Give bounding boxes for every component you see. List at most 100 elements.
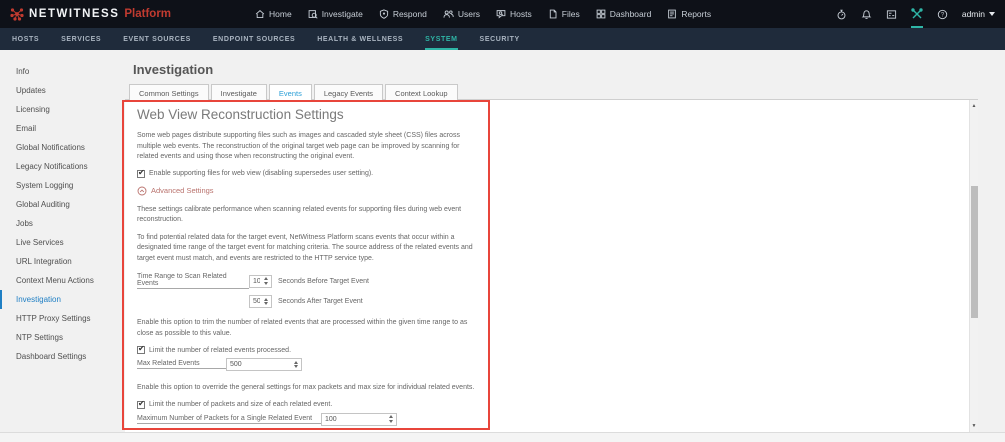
subnav-security[interactable]: SECURITY (480, 28, 520, 50)
jobs-console-icon[interactable] (886, 0, 897, 28)
events-settings-panel: Web View Reconstruction Settings Some we… (125, 99, 978, 442)
sidebar-item-ntp-settings[interactable]: NTP Settings (0, 328, 125, 347)
limit-related-events-checkbox[interactable]: Limit the number of related events proce… (137, 344, 488, 354)
spinner-control[interactable] (263, 277, 271, 285)
investigate-icon (308, 9, 318, 19)
scrollbar-thumb[interactable] (971, 186, 978, 318)
subnav-system[interactable]: SYSTEM (425, 28, 458, 50)
sidebar-item-updates[interactable]: Updates (0, 81, 125, 100)
checkbox-checked-icon[interactable] (137, 168, 145, 178)
hosts-icon (496, 9, 506, 19)
sidebar-item-global-notifications[interactable]: Global Notifications (0, 138, 125, 157)
brand-product: Platform (124, 8, 172, 20)
page-title: Investigation (133, 62, 214, 77)
seconds-before-input[interactable] (249, 274, 272, 288)
netwitness-logo-icon (10, 7, 24, 21)
max-packets-value[interactable] (322, 415, 388, 423)
notifications-bell-icon[interactable] (861, 0, 872, 28)
scroll-down-arrow[interactable]: ▼ (970, 421, 978, 431)
seconds-before-caption: Seconds Before Target Event (278, 277, 369, 285)
help-icon[interactable]: ? (937, 0, 948, 28)
status-bar (0, 432, 1005, 442)
vertical-scrollbar[interactable]: ▲ ▼ (969, 100, 978, 432)
admin-tools-icon[interactable] (910, 0, 923, 28)
seconds-before-value[interactable] (250, 277, 263, 285)
nav-users[interactable]: Users (443, 9, 480, 19)
sidebar-item-licensing[interactable]: Licensing (0, 100, 125, 119)
nav-investigate[interactable]: Investigate (308, 9, 363, 19)
limit-packets-size-checkbox[interactable]: Limit the number of packets and size of … (137, 399, 488, 409)
subnav-services[interactable]: SERVICES (61, 28, 101, 50)
timer-icon[interactable] (836, 0, 847, 28)
scroll-up-arrow[interactable]: ▲ (970, 101, 978, 111)
spinner-control[interactable] (263, 297, 271, 306)
files-icon (548, 9, 558, 19)
sidebar-item-legacy-notifications[interactable]: Legacy Notifications (0, 157, 125, 176)
nav-hosts[interactable]: Hosts (496, 9, 532, 19)
brand-name: NETWITNESS (29, 8, 120, 20)
subnav-hosts[interactable]: HOSTS (12, 28, 39, 50)
users-icon (443, 9, 454, 19)
settings-sidebar: Info Updates Licensing Email Global Noti… (0, 50, 125, 432)
respond-shield-icon (379, 9, 389, 19)
admin-subnav: HOSTS SERVICES EVENT SOURCES ENDPOINT SO… (0, 28, 1005, 50)
advanced-settings-toggle[interactable]: Advanced Settings (137, 186, 488, 196)
tab-common-settings[interactable]: Common Settings (129, 84, 209, 102)
intro-text: Some web pages distribute supporting fil… (137, 132, 460, 160)
nav-home[interactable]: Home (255, 9, 292, 19)
chevron-up-circle-icon (137, 186, 147, 196)
spinner-control[interactable] (293, 360, 301, 369)
subnav-event-sources[interactable]: EVENT SOURCES (123, 28, 191, 50)
sidebar-item-system-logging[interactable]: System Logging (0, 176, 125, 195)
max-related-events-input[interactable] (226, 358, 302, 371)
chevron-down-icon (989, 12, 995, 16)
time-range-label: Time Range to Scan Related Events (137, 273, 249, 289)
nav-reports[interactable]: Reports (667, 9, 711, 19)
max-packets-input[interactable] (321, 412, 397, 426)
sidebar-item-url-integration[interactable]: URL Integration (0, 252, 125, 271)
nav-respond[interactable]: Respond (379, 9, 427, 19)
sidebar-item-context-menu-actions[interactable]: Context Menu Actions (0, 271, 125, 290)
sidebar-item-investigation[interactable]: Investigation (0, 290, 125, 309)
sidebar-item-global-auditing[interactable]: Global Auditing (0, 195, 125, 214)
subnav-health-wellness[interactable]: HEALTH & WELLNESS (317, 28, 403, 50)
reports-icon (667, 9, 677, 19)
max-packets-label: Maximum Number of Packets for a Single R… (137, 415, 321, 424)
tab-context-lookup[interactable]: Context Lookup (385, 84, 458, 102)
tab-investigate[interactable]: Investigate (210, 84, 267, 102)
scan-description: To find potential related data for the t… (137, 233, 473, 262)
home-icon (255, 9, 265, 19)
subnav-endpoint-sources[interactable]: ENDPOINT SOURCES (213, 28, 295, 50)
max-related-events-value[interactable] (227, 361, 293, 368)
spinner-control[interactable] (388, 415, 396, 423)
user-menu[interactable]: admin (962, 9, 995, 19)
svg-text:?: ? (941, 12, 945, 18)
dashboard-icon (596, 9, 606, 19)
tab-strip: Common Settings Investigate Events Legac… (129, 84, 458, 102)
tab-events[interactable]: Events (268, 84, 312, 102)
seconds-after-value[interactable] (250, 298, 263, 305)
sidebar-item-email[interactable]: Email (0, 119, 125, 138)
tab-legacy-events[interactable]: Legacy Events (313, 84, 384, 102)
username: admin (961, 9, 985, 19)
sidebar-item-info[interactable]: Info (0, 62, 125, 81)
seconds-after-caption: Seconds After Target Event (278, 298, 363, 305)
nav-files[interactable]: Files (548, 9, 580, 19)
advanced-description: These settings calibrate performance whe… (137, 205, 462, 224)
sidebar-item-live-services[interactable]: Live Services (0, 233, 125, 252)
trim-description: Enable this option to trim the number of… (137, 319, 468, 337)
checkbox-checked-icon[interactable] (137, 399, 145, 409)
sidebar-item-dashboard-settings[interactable]: Dashboard Settings (0, 347, 125, 366)
sidebar-item-jobs[interactable]: Jobs (0, 214, 125, 233)
app-window: NETWITNESS Platform Home Investigate Res… (0, 0, 1005, 442)
seconds-after-input[interactable] (249, 295, 272, 308)
top-navigation-bar: NETWITNESS Platform Home Investigate Res… (0, 0, 1005, 28)
enable-supporting-files-checkbox[interactable]: Enable supporting files for web view (di… (137, 168, 488, 178)
brand[interactable]: NETWITNESS Platform (10, 7, 255, 21)
checkbox-checked-icon[interactable] (137, 344, 145, 354)
sidebar-item-http-proxy-settings[interactable]: HTTP Proxy Settings (0, 309, 125, 328)
topbar-right: ? admin (836, 0, 995, 28)
section-heading: Web View Reconstruction Settings (137, 107, 344, 122)
nav-dashboard[interactable]: Dashboard (596, 9, 651, 19)
main-nav: Home Investigate Respond Users Hosts Fil… (255, 9, 711, 19)
